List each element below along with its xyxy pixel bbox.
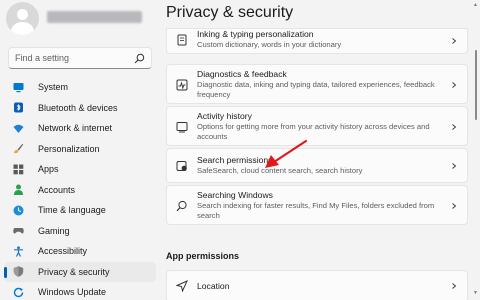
annotation-arrow xyxy=(265,139,308,168)
sidebar-item-time-language[interactable]: Time & language xyxy=(4,200,156,221)
card-title: Location xyxy=(197,280,230,291)
search-icon xyxy=(176,200,187,212)
sidebar-item-label: Apps xyxy=(38,164,59,175)
avatar[interactable] xyxy=(6,2,39,35)
card-subtitle: Options for getting more from your activ… xyxy=(197,121,430,141)
diagnostics-icon xyxy=(176,79,188,91)
find-setting-search[interactable]: Find a setting xyxy=(8,47,152,69)
monitor-icon xyxy=(13,82,24,93)
sidebar-item-personalization[interactable]: Personalization xyxy=(4,139,156,160)
sidebar-item-apps[interactable]: Apps xyxy=(4,159,156,180)
chevron-right-icon xyxy=(452,203,457,209)
accessibility-icon xyxy=(13,246,24,257)
sidebar: Find a setting System Bluetooth & device… xyxy=(0,0,160,300)
section-title-app-permissions: App permissions xyxy=(166,251,240,261)
card-title: Searching Windows xyxy=(197,189,273,200)
apps-icon xyxy=(13,164,24,175)
sidebar-item-label: Accessibility xyxy=(38,246,88,257)
scroll-up-icon[interactable]: ▲ xyxy=(473,2,478,8)
card-location[interactable]: Location xyxy=(166,270,468,300)
card-searching-windows[interactable]: Searching Windows Search indexing for fa… xyxy=(166,185,468,225)
history-icon xyxy=(176,122,188,133)
shield-icon xyxy=(13,266,24,278)
card-activity-history[interactable]: Activity history Options for getting mor… xyxy=(166,106,468,146)
card-subtitle: Custom dictionary, words in your diction… xyxy=(197,40,342,49)
sidebar-item-label: Windows Update xyxy=(38,287,107,298)
sidebar-item-label: Network & internet xyxy=(38,123,113,134)
card-title: Inking & typing personalization xyxy=(197,29,314,39)
sidebar-item-label: Personalization xyxy=(38,143,100,154)
sidebar-item-label: Privacy & security xyxy=(38,266,110,277)
sidebar-item-system[interactable]: System xyxy=(4,77,156,98)
update-icon xyxy=(13,287,24,298)
sidebar-item-label: System xyxy=(38,82,69,93)
settings-nav: System Bluetooth & devices Network & int… xyxy=(4,77,156,300)
card-title: Diagnostics & feedback xyxy=(197,68,287,79)
sidebar-item-label: Gaming xyxy=(38,225,70,236)
scrollbar-thumb[interactable] xyxy=(475,50,477,120)
chevron-right-icon xyxy=(452,163,457,169)
scrollbar[interactable]: ▲ ▼ xyxy=(472,0,480,300)
wifi-icon xyxy=(13,123,24,134)
notebook-icon xyxy=(177,34,187,46)
card-title: Activity history xyxy=(197,110,252,121)
chevron-right-icon xyxy=(452,82,457,88)
person-icon xyxy=(13,184,24,196)
bluetooth-icon xyxy=(13,102,24,113)
card-subtitle: Diagnostic data, inking and typing data,… xyxy=(197,79,435,99)
sidebar-item-bluetooth[interactable]: Bluetooth & devices xyxy=(4,98,156,119)
sidebar-item-label: Time & language xyxy=(38,205,106,216)
brush-icon xyxy=(13,143,24,154)
card-inking-typing-personalization[interactable]: Inking & typing personalization Custom d… xyxy=(166,28,468,54)
sidebar-item-windows-update[interactable]: Windows Update xyxy=(4,282,156,300)
card-diagnostics-feedback[interactable]: Diagnostics & feedback Diagnostic data, … xyxy=(166,64,468,104)
sidebar-item-label: Accounts xyxy=(38,184,76,195)
search-icon xyxy=(134,53,145,63)
chevron-right-icon xyxy=(452,124,457,130)
account-name-blurred xyxy=(47,11,142,23)
sidebar-item-gaming[interactable]: Gaming xyxy=(4,221,156,242)
chevron-right-icon xyxy=(452,38,457,44)
gamepad-icon xyxy=(13,225,24,236)
sidebar-item-accounts[interactable]: Accounts xyxy=(4,180,156,201)
globe-clock-icon xyxy=(13,205,24,216)
scroll-down-icon[interactable]: ▼ xyxy=(473,290,478,296)
search-placeholder[interactable]: Find a setting xyxy=(15,53,134,63)
sidebar-item-network[interactable]: Network & internet xyxy=(4,118,156,139)
sidebar-item-label: Bluetooth & devices xyxy=(38,102,118,113)
chevron-right-icon xyxy=(452,283,457,289)
settings-list: Inking & typing personalization Custom d… xyxy=(166,28,468,227)
page-title: Privacy & security xyxy=(166,4,294,21)
search-permissions-icon xyxy=(176,161,187,171)
card-search-permissions[interactable]: Search permissions SafeSearch, cloud con… xyxy=(166,148,468,183)
location-icon xyxy=(176,280,188,292)
card-subtitle: Search indexing for faster results, Find… xyxy=(197,200,435,220)
sidebar-item-privacy-security[interactable]: Privacy & security xyxy=(4,261,156,282)
sidebar-item-accessibility[interactable]: Accessibility xyxy=(4,241,156,262)
